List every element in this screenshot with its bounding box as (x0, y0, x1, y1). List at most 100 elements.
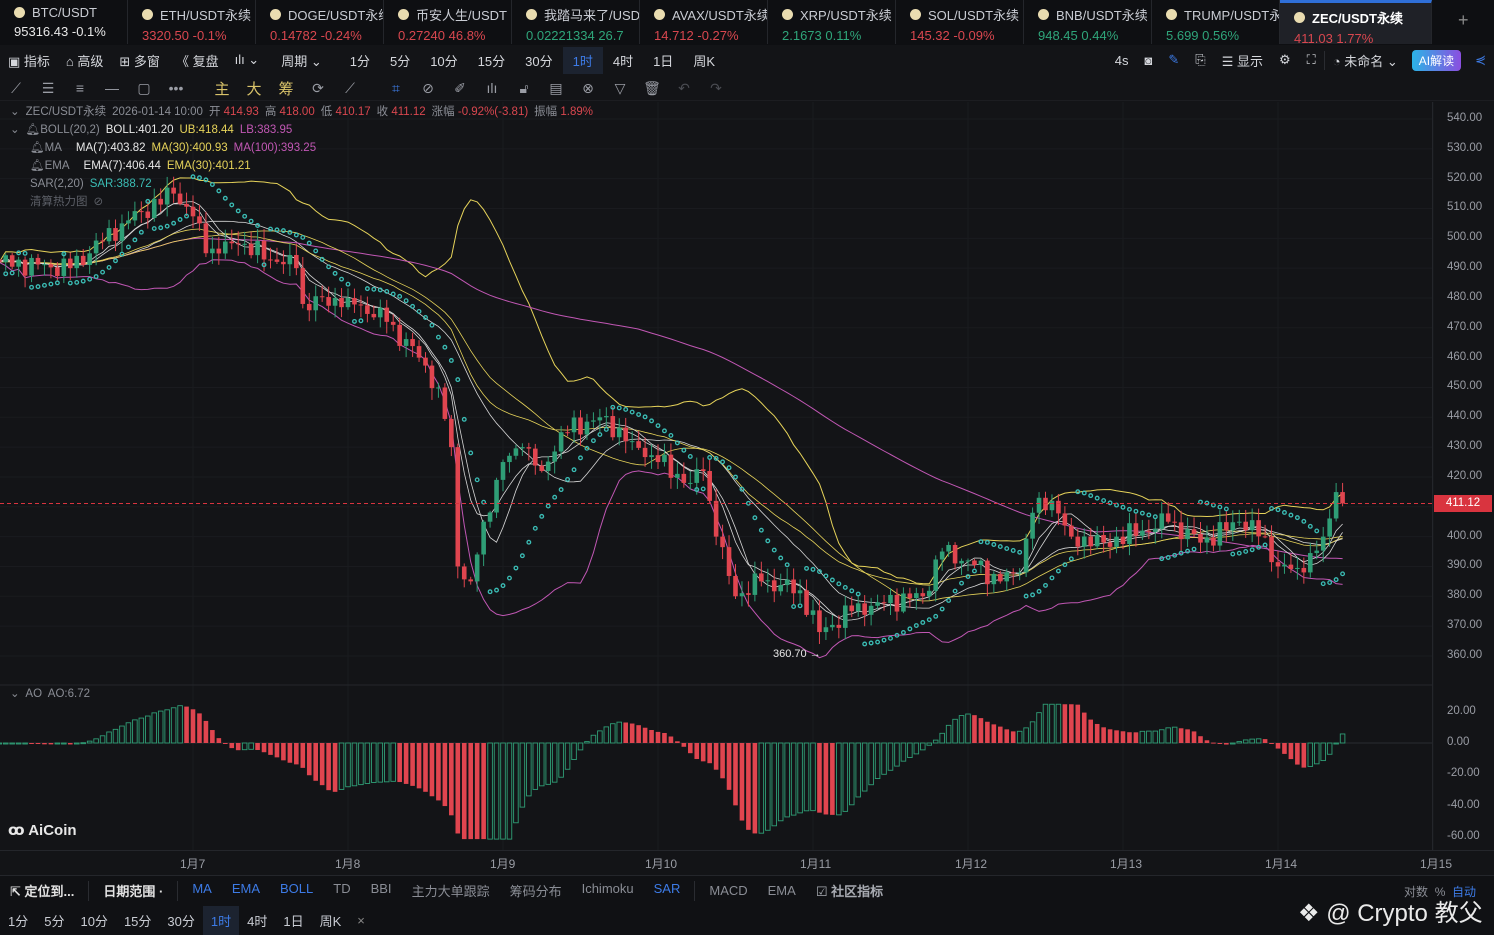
timeframe-0[interactable]: 1分 (340, 47, 380, 74)
big-order-button[interactable]: 大 (238, 78, 270, 99)
measure-icon[interactable]: ⟋ (334, 80, 366, 97)
tab-btc[interactable]: BTC/USDT 95316.43 -0.1% (0, 0, 128, 44)
tab-xrp[interactable]: XRP/USDT永续 2.1673 0.11% (768, 0, 896, 44)
collapse-icon[interactable]: ⌄ (10, 688, 20, 700)
tab-sol[interactable]: SOL/USDT永续 145.32 -0.09% (896, 0, 1024, 44)
price-tick: 400.00 (1447, 529, 1483, 542)
tab-price: 145.32 -0.09% (910, 28, 1023, 43)
timeframe-1[interactable]: 5分 (380, 47, 420, 74)
replay-button[interactable]: 《 复盘 (168, 51, 227, 70)
timeframe-4[interactable]: 30分 (515, 47, 562, 74)
trendline-icon[interactable]: ⟋ (0, 80, 32, 97)
period-dropdown[interactable]: 周期 ⌄ (273, 51, 330, 70)
undo-icon[interactable]: ↶ (668, 80, 700, 97)
indicator-5[interactable]: 主力大单跟踪 (402, 881, 500, 900)
parallel-lines-icon[interactable]: ☰ (32, 80, 64, 97)
indicator-3[interactable]: TD (323, 881, 360, 900)
lock-icon[interactable]: 🔓︎ (508, 80, 540, 97)
delete-icon[interactable]: 🗑︎ (636, 80, 668, 97)
indicator-2[interactable]: BOLL (270, 881, 323, 900)
price-axis[interactable]: 540.00 530.00 520.00 510.00 500.00 490.00 480.… (1432, 102, 1494, 850)
indicators-button[interactable]: ▣ 指标 (0, 51, 58, 70)
heatmap-toggle[interactable]: 清算热力图 (30, 193, 88, 211)
layout-dropdown[interactable]: ◔ 未命名 ⌄ (1323, 50, 1406, 70)
time-axis[interactable]: 1月7 1月8 1月9 1月10 1月11 1月12 1月13 1月14 1月15 (0, 850, 1494, 872)
pattern-icon[interactable]: ılı (476, 80, 508, 96)
tab-avax[interactable]: AVAX/USDT永续 14.712 -0.27% (640, 0, 768, 44)
indicator-0[interactable]: MA (182, 881, 222, 900)
advanced-button[interactable]: ⌂ 高级 (58, 51, 111, 70)
ai-button[interactable]: AI解读 (1411, 49, 1462, 71)
community-indicators-button[interactable]: ☑ 社区指标 (806, 881, 893, 900)
tab-eth[interactable]: ETH/USDT永续 3320.50 -0.1% (128, 0, 256, 44)
add-tab-button[interactable]: + (1458, 10, 1469, 31)
bell-icon[interactable]: 🔔︎ (30, 157, 45, 175)
tab-trump[interactable]: TRUMP/USDT永续 5.699 0.56% (1152, 0, 1280, 44)
filter-icon[interactable]: ▽ (604, 80, 636, 97)
timeframe-1[interactable]: 5分 (36, 906, 72, 935)
date-range-button[interactable]: 日期范围 · (93, 881, 173, 900)
settings-icon[interactable]: ⚙ (1271, 52, 1299, 68)
indicator-4[interactable]: BBI (361, 881, 402, 900)
timeframe-8[interactable]: 周K (312, 906, 350, 935)
camera-icon[interactable]: ◙ (1137, 53, 1161, 68)
indicator-1[interactable]: EMA (222, 881, 270, 900)
timeframe-6[interactable]: 4时 (603, 47, 643, 74)
collapse-icon[interactable]: ⌄ (10, 121, 20, 139)
candle-body (1243, 521, 1249, 531)
brush-icon[interactable]: ✐ (444, 80, 476, 97)
chart-type-dropdown[interactable]: ılı ⌄ (227, 52, 268, 68)
indicator-macd[interactable]: MACD (699, 883, 757, 898)
ao-bar (887, 742, 894, 771)
fullscreen-icon[interactable]: ⛶ (1299, 52, 1324, 68)
tab-bnb[interactable]: BNB/USDT永续 948.45 0.44% (1024, 0, 1152, 44)
timeframe-4[interactable]: 30分 (159, 906, 202, 935)
timeframe-5[interactable]: 1时 (562, 46, 603, 74)
timeframe-2[interactable]: 10分 (72, 906, 115, 935)
more-tools-icon[interactable]: ••• (160, 80, 192, 96)
sar-dot (1068, 556, 1074, 562)
refresh-interval[interactable]: 4s (1107, 53, 1137, 68)
tab-币安人生[interactable]: 币安人生/USDT 0.27240 46.8% (384, 0, 512, 44)
indicator-8[interactable]: SAR (644, 881, 691, 900)
display-button[interactable]: ☰ 显示 (1214, 51, 1271, 70)
indicator-ema-sub[interactable]: EMA (758, 883, 806, 898)
timeframe-3[interactable]: 15分 (116, 906, 159, 935)
horizontal-lines-icon[interactable]: ≡ (64, 80, 96, 96)
timeframe-0[interactable]: 1分 (0, 906, 36, 935)
pen-icon[interactable]: ✎ (1160, 52, 1187, 68)
tab-我踏马来了[interactable]: 我踏马来了/USDT 0.02221334 26.7 (512, 0, 640, 44)
locate-button[interactable]: ⇱ 定位到... (0, 881, 84, 900)
rectangle-icon[interactable]: ▢ (128, 80, 160, 97)
main-chart-button[interactable]: 主 (206, 78, 238, 99)
indicator-6[interactable]: 筹码分布 (500, 881, 572, 900)
timeframe-5[interactable]: 1时 (202, 905, 240, 935)
tab-zec[interactable]: ZEC/USDT永续 411.03 1.77% (1280, 0, 1432, 46)
multi-window-button[interactable]: ⊞ 多窗 (111, 51, 168, 70)
export-icon[interactable]: ⎘ (1187, 52, 1213, 68)
timeframe-8[interactable]: 周K (683, 47, 725, 74)
sync-icon[interactable]: ⟳ (302, 80, 334, 97)
timeframe-2[interactable]: 10分 (420, 47, 467, 74)
bell-icon[interactable]: 🔔︎ (26, 121, 41, 139)
collapse-icon[interactable]: ⌄ (10, 103, 20, 121)
ruler-icon[interactable]: ⊘ (412, 80, 444, 97)
timeframe-6[interactable]: 4时 (239, 906, 275, 935)
share-icon[interactable]: ⋞ (1467, 52, 1494, 68)
horizontal-ray-icon[interactable]: — (96, 80, 128, 96)
timeframe-7[interactable]: 1日 (275, 906, 311, 935)
close-button[interactable]: × (349, 908, 373, 933)
magnet-icon[interactable]: ⌗ (380, 80, 412, 97)
timeframe-3[interactable]: 15分 (468, 47, 515, 74)
tab-doge[interactable]: DOGE/USDT永续 0.14782 -0.24% (256, 0, 384, 44)
hidden-icon[interactable]: ⊘ (94, 193, 104, 211)
redo-icon[interactable]: ↷ (700, 80, 732, 97)
notes-icon[interactable]: ▤ (540, 80, 572, 97)
timeframe-7[interactable]: 1日 (643, 47, 683, 74)
chip-button[interactable]: 筹 (270, 78, 302, 99)
ema7-value: EMA(7):406.44 (83, 160, 161, 172)
link-icon[interactable]: ⊗ (572, 80, 604, 97)
indicator-7[interactable]: Ichimoku (572, 881, 644, 900)
ao-bar (952, 718, 958, 744)
bell-icon[interactable]: 🔔︎ (30, 139, 45, 157)
